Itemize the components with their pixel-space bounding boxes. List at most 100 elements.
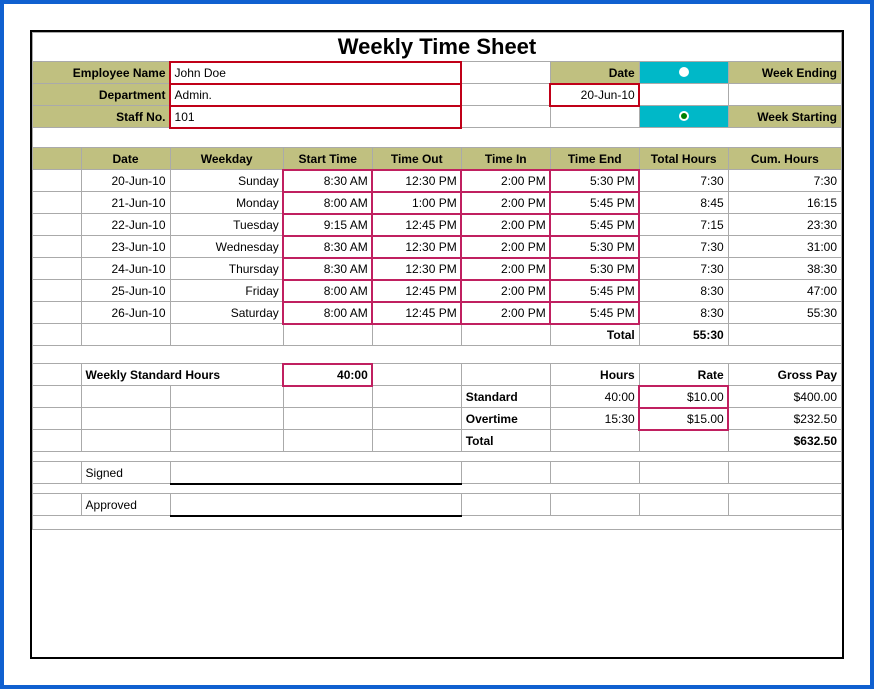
cell-start[interactable]: 9:15 AM [283, 214, 372, 236]
cell-in[interactable]: 2:00 PM [461, 214, 550, 236]
col-cum: Cum. Hours [728, 148, 841, 170]
cell-in[interactable]: 2:00 PM [461, 280, 550, 302]
cell-start[interactable]: 8:00 AM [283, 302, 372, 324]
table-row: 24-Jun-10Thursday8:30 AM12:30 PM2:00 PM5… [33, 258, 842, 280]
label-date: Date [550, 62, 639, 84]
cell-date: 21-Jun-10 [81, 192, 170, 214]
cell-date: 26-Jun-10 [81, 302, 170, 324]
label-staff-no: Staff No. [33, 106, 171, 128]
cell-out[interactable]: 12:45 PM [372, 214, 461, 236]
field-staff-no[interactable]: 101 [170, 106, 461, 128]
cell-start[interactable]: 8:30 AM [283, 170, 372, 192]
cell-in[interactable]: 2:00 PM [461, 258, 550, 280]
cell-start[interactable]: 8:30 AM [283, 258, 372, 280]
cell-end[interactable]: 5:45 PM [550, 192, 639, 214]
cell-weekday: Saturday [170, 302, 283, 324]
field-signed[interactable] [170, 462, 461, 484]
cell-date: 20-Jun-10 [81, 170, 170, 192]
cell-cum: 23:30 [728, 214, 841, 236]
cell-end[interactable]: 5:30 PM [550, 236, 639, 258]
timesheet-grid: Weekly Time Sheet Employee Name John Doe… [32, 32, 842, 530]
gross-total: $632.50 [728, 430, 841, 452]
cell-date: 25-Jun-10 [81, 280, 170, 302]
label-weekly-std: Weekly Standard Hours [81, 364, 283, 386]
cell-total: 8:30 [639, 280, 728, 302]
cell-cum: 31:00 [728, 236, 841, 258]
overtime-pay: $232.50 [728, 408, 841, 430]
radio-week-ending[interactable] [639, 62, 728, 84]
table-row: 21-Jun-10Monday8:00 AM1:00 PM2:00 PM5:45… [33, 192, 842, 214]
cell-out[interactable]: 12:30 PM [372, 170, 461, 192]
col-date: Date [81, 148, 170, 170]
cell-end[interactable]: 5:30 PM [550, 170, 639, 192]
cell-out[interactable]: 12:30 PM [372, 236, 461, 258]
label-rate: Rate [639, 364, 728, 386]
cell-date: 24-Jun-10 [81, 258, 170, 280]
col-out: Time Out [372, 148, 461, 170]
cell-cum: 38:30 [728, 258, 841, 280]
label-grand-total: Total [550, 324, 639, 346]
col-weekday: Weekday [170, 148, 283, 170]
cell-total: 7:15 [639, 214, 728, 236]
cell-in[interactable]: 2:00 PM [461, 192, 550, 214]
cell-in[interactable]: 2:00 PM [461, 236, 550, 258]
cell-start[interactable]: 8:00 AM [283, 192, 372, 214]
col-total: Total Hours [639, 148, 728, 170]
standard-rate[interactable]: $10.00 [639, 386, 728, 408]
label-pay-total: Total [461, 430, 550, 452]
cell-date: 22-Jun-10 [81, 214, 170, 236]
radio-week-starting[interactable] [639, 106, 728, 128]
label-employee-name: Employee Name [33, 62, 171, 84]
cell-start[interactable]: 8:00 AM [283, 280, 372, 302]
cell-cum: 16:15 [728, 192, 841, 214]
col-start: Start Time [283, 148, 372, 170]
cell-in[interactable]: 2:00 PM [461, 302, 550, 324]
field-department[interactable]: Admin. [170, 84, 461, 106]
cell-weekday: Wednesday [170, 236, 283, 258]
cell-total: 7:30 [639, 170, 728, 192]
cell-weekday: Thursday [170, 258, 283, 280]
sheet-frame: Weekly Time Sheet Employee Name John Doe… [30, 30, 844, 659]
cell-weekday: Monday [170, 192, 283, 214]
field-date[interactable]: 20-Jun-10 [550, 84, 639, 106]
cell-in[interactable]: 2:00 PM [461, 170, 550, 192]
cell-start[interactable]: 8:30 AM [283, 236, 372, 258]
cell-end[interactable]: 5:45 PM [550, 280, 639, 302]
page-title: Weekly Time Sheet [33, 33, 842, 62]
cell-out[interactable]: 1:00 PM [372, 192, 461, 214]
label-week-starting: Week Starting [728, 106, 841, 128]
label-department: Department [33, 84, 171, 106]
label-signed: Signed [81, 462, 170, 484]
cell-out[interactable]: 12:30 PM [372, 258, 461, 280]
label-standard: Standard [461, 386, 550, 408]
table-row: 22-Jun-10Tuesday9:15 AM12:45 PM2:00 PM5:… [33, 214, 842, 236]
cell-total: 7:30 [639, 258, 728, 280]
field-employee-name[interactable]: John Doe [170, 62, 461, 84]
table-row: 25-Jun-10Friday8:00 AM12:45 PM2:00 PM5:4… [33, 280, 842, 302]
table-row: 20-Jun-10Sunday8:30 AM12:30 PM2:00 PM5:3… [33, 170, 842, 192]
label-week-ending: Week Ending [728, 62, 841, 84]
standard-pay: $400.00 [728, 386, 841, 408]
cell-total: 8:30 [639, 302, 728, 324]
cell-weekday: Sunday [170, 170, 283, 192]
label-approved: Approved [81, 494, 170, 516]
col-end: Time End [550, 148, 639, 170]
cell-cum: 55:30 [728, 302, 841, 324]
cell-weekday: Friday [170, 280, 283, 302]
table-row: 26-Jun-10Saturday8:00 AM12:45 PM2:00 PM5… [33, 302, 842, 324]
field-approved[interactable] [170, 494, 461, 516]
overtime-rate[interactable]: $15.00 [639, 408, 728, 430]
label-overtime: Overtime [461, 408, 550, 430]
label-gross: Gross Pay [728, 364, 841, 386]
cell-cum: 47:00 [728, 280, 841, 302]
cell-cum: 7:30 [728, 170, 841, 192]
table-row: 23-Jun-10Wednesday8:30 AM12:30 PM2:00 PM… [33, 236, 842, 258]
cell-date: 23-Jun-10 [81, 236, 170, 258]
cell-end[interactable]: 5:45 PM [550, 302, 639, 324]
cell-out[interactable]: 12:45 PM [372, 302, 461, 324]
cell-out[interactable]: 12:45 PM [372, 280, 461, 302]
cell-end[interactable]: 5:45 PM [550, 214, 639, 236]
cell-weekday: Tuesday [170, 214, 283, 236]
cell-end[interactable]: 5:30 PM [550, 258, 639, 280]
field-weekly-std[interactable]: 40:00 [283, 364, 372, 386]
